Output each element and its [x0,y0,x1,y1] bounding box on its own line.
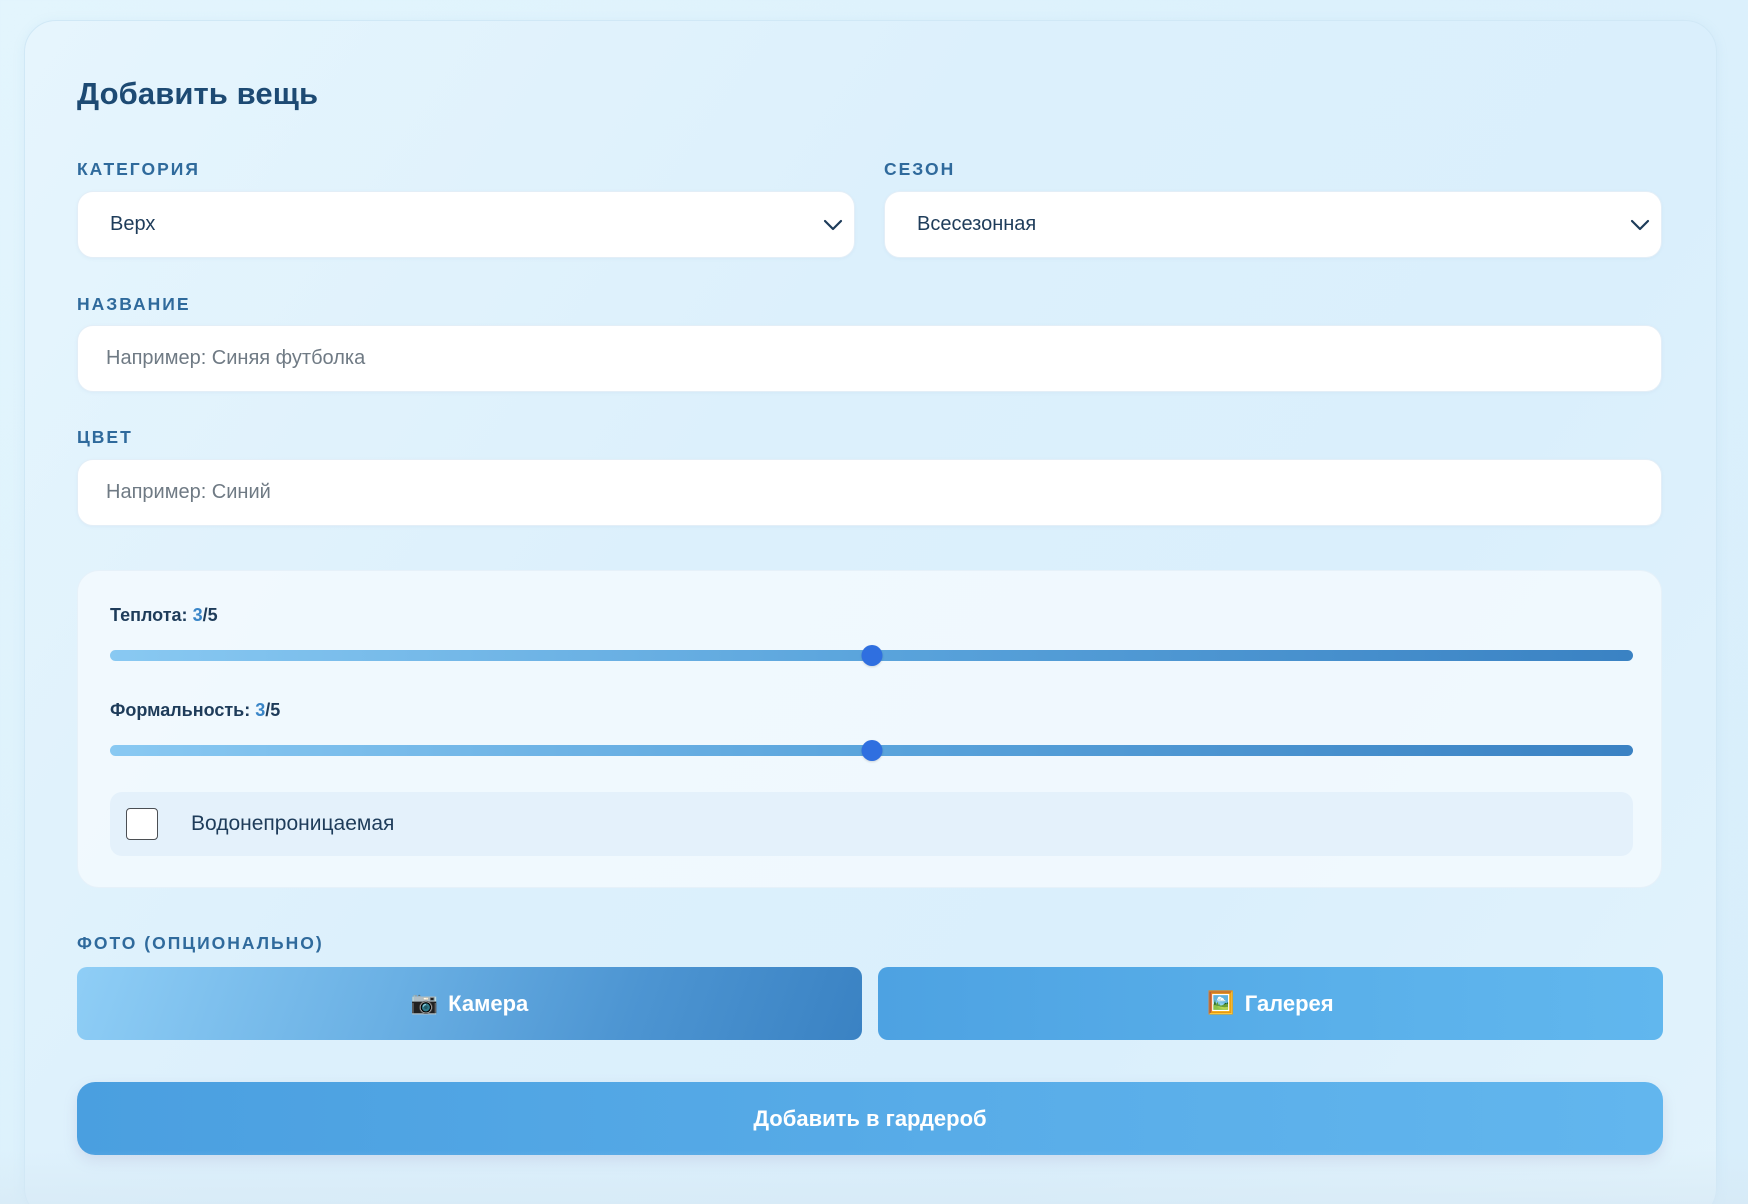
color-field-wrapper [77,459,1662,526]
name-field-wrapper [77,325,1662,392]
season-select[interactable]: Всесезонная [884,191,1662,258]
category-label: Категория [77,159,200,179]
add-to-wardrobe-button[interactable]: Добавить в гардероб [77,1082,1663,1155]
color-input[interactable] [78,460,1661,525]
waterproof-label: Водонепроницаемая [191,812,395,835]
warmth-slider-thumb[interactable] [861,645,882,666]
warmth-slider[interactable] [110,645,1633,666]
camera-button[interactable]: 📷 Камера [77,967,862,1040]
add-to-wardrobe-label: Добавить в гардероб [753,1105,987,1131]
attributes-panel: Теплота: 3/5 Формальность: 3/5 Водонепро… [77,570,1662,888]
season-label: Сезон [884,159,956,179]
photo-label: Фото (опционально) [77,933,324,953]
name-label: Название [77,294,191,314]
warmth-label: Теплота: 3/5 [110,605,218,626]
formality-max: /5 [265,700,281,720]
camera-icon: 📷 [410,991,439,1016]
formality-value: 3 [255,700,266,720]
category-select-value: Верх [110,213,156,235]
camera-button-label: Камера [448,990,529,1016]
warmth-value: 3 [192,605,203,625]
season-select-value: Всесезонная [917,213,1037,235]
page-title: Добавить вещь [77,76,319,111]
warmth-label-text: Теплота: [110,605,188,625]
name-input[interactable] [78,326,1661,391]
gallery-icon: 🖼️ [1207,991,1235,1016]
color-label: Цвет [77,427,133,447]
chevron-down-icon [823,219,843,230]
formality-slider-thumb[interactable] [861,740,882,761]
waterproof-row[interactable]: Водонепроницаемая [110,792,1633,856]
waterproof-checkbox[interactable] [126,808,158,840]
chevron-down-icon [1630,219,1650,230]
formality-slider[interactable] [110,740,1633,761]
category-select[interactable]: Верх [77,191,855,258]
gallery-button-label: Галерея [1244,990,1334,1016]
formality-label: Формальность: 3/5 [110,700,280,721]
warmth-max: /5 [202,605,218,625]
gallery-button[interactable]: 🖼️ Галерея [878,967,1663,1040]
formality-label-text: Формальность: [110,700,251,720]
